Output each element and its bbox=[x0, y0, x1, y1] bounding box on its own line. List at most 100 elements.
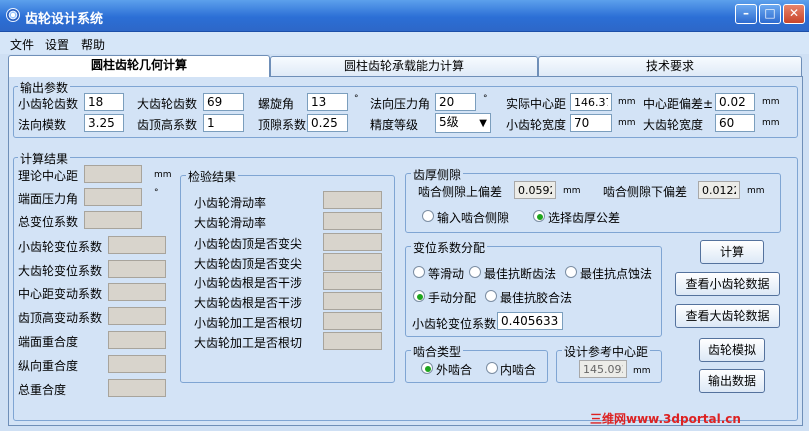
tab-load-capacity[interactable]: 圆柱齿轮承载能力计算 bbox=[270, 56, 538, 76]
view-large-gear-button[interactable]: 查看大齿轮数据 bbox=[675, 304, 780, 328]
tab-tech-requirements[interactable]: 技术要求 bbox=[538, 56, 802, 76]
pressure-input[interactable] bbox=[435, 93, 476, 111]
b2-label: 大齿轮宽度 bbox=[643, 118, 704, 132]
clearance-label: 顶隙系数 bbox=[258, 118, 307, 132]
ref-center-unit: mm bbox=[633, 366, 651, 376]
close-icon: ✕ bbox=[788, 6, 800, 20]
check-item-value bbox=[323, 212, 382, 230]
grade-label: 精度等级 bbox=[370, 118, 419, 132]
radio-select-tolerance-label: 选择齿厚公差 bbox=[548, 211, 621, 225]
minimize-button[interactable]: – bbox=[735, 4, 757, 24]
transverse-pressure-unit: ° bbox=[154, 188, 159, 198]
radio-equal-slide-label: 等滑动 bbox=[428, 267, 465, 281]
calculate-button[interactable]: 计算 bbox=[700, 240, 764, 264]
input-params-title: 输出参数 bbox=[18, 79, 71, 96]
chevron-down-icon: ▼ bbox=[479, 118, 487, 129]
check-item-value bbox=[323, 312, 382, 330]
menu-bar bbox=[0, 32, 809, 54]
axial-contact-label: 纵向重合度 bbox=[18, 359, 79, 373]
module-label: 法向模数 bbox=[18, 118, 67, 132]
check-item-value bbox=[323, 272, 382, 290]
view-small-gear-button[interactable]: 查看小齿轮数据 bbox=[675, 272, 780, 296]
backlash-title: 齿厚侧隙 bbox=[411, 166, 464, 183]
radio-anti-gluing-label: 最佳抗胶合法 bbox=[500, 291, 573, 305]
close-button[interactable]: ✕ bbox=[783, 4, 805, 24]
radio-anti-gluing[interactable] bbox=[485, 290, 497, 302]
tip-reduction-value bbox=[108, 307, 166, 325]
addendum-input[interactable] bbox=[203, 114, 244, 132]
center-dev-input[interactable] bbox=[715, 93, 755, 111]
total-shift-value bbox=[84, 211, 142, 229]
radio-anti-pitting[interactable] bbox=[565, 266, 577, 278]
check-item-label: 小齿轮齿根是否干涉 bbox=[194, 276, 303, 290]
backlash-upper-unit: mm bbox=[563, 186, 581, 196]
shift-x1-label: 小齿轮变位系数 bbox=[412, 317, 497, 331]
theory-center-label: 理论中心距 bbox=[18, 169, 79, 183]
transverse-pressure-label: 端面压力角 bbox=[18, 192, 79, 206]
shift-x1-input[interactable] bbox=[497, 312, 563, 330]
check-item-value bbox=[323, 332, 382, 350]
ref-center-title: 设计参考中心距 bbox=[562, 343, 651, 360]
check-item-value bbox=[323, 233, 382, 251]
helix-label: 螺旋角 bbox=[258, 97, 295, 111]
check-item-label: 小齿轮齿顶是否变尖 bbox=[194, 237, 303, 251]
check-item-label: 大齿轮齿根是否干涉 bbox=[194, 296, 303, 310]
radio-manual[interactable] bbox=[413, 290, 425, 302]
check-item-label: 大齿轮滑动率 bbox=[194, 216, 267, 230]
theory-center-value bbox=[84, 165, 142, 183]
radio-internal-mesh[interactable] bbox=[486, 362, 498, 374]
z2-label: 大齿轮齿数 bbox=[137, 97, 198, 111]
pressure-unit: ° bbox=[483, 94, 488, 104]
backlash-lower-label: 啮合侧隙下偏差 bbox=[603, 185, 688, 199]
grade-select[interactable]: 5级 ▼ bbox=[435, 113, 491, 133]
center-dev-label: 中心距偏差± bbox=[643, 97, 714, 111]
shift-title: 变位系数分配 bbox=[411, 239, 488, 256]
z2-input[interactable] bbox=[203, 93, 244, 111]
radio-input-backlash[interactable] bbox=[422, 210, 434, 222]
b2-input[interactable] bbox=[715, 114, 755, 132]
radio-internal-mesh-label: 内啮合 bbox=[500, 363, 537, 377]
radio-external-mesh[interactable] bbox=[421, 362, 433, 374]
center-label: 实际中心距 bbox=[506, 97, 567, 111]
maximize-icon: □ bbox=[764, 6, 776, 20]
addendum-label: 齿顶高系数 bbox=[137, 118, 198, 132]
tip-reduction-label: 齿顶高变动系数 bbox=[18, 311, 103, 325]
x1-label: 小齿轮变位系数 bbox=[18, 240, 103, 254]
menu-file[interactable]: 文件 bbox=[10, 36, 34, 53]
center-dev-unit: mm bbox=[762, 97, 780, 107]
radio-select-tolerance[interactable] bbox=[533, 210, 545, 222]
check-item-value bbox=[323, 253, 382, 271]
helix-input[interactable] bbox=[307, 93, 348, 111]
grade-value: 5级 bbox=[439, 115, 459, 129]
b1-input[interactable] bbox=[570, 114, 612, 132]
x2-result bbox=[108, 260, 166, 278]
menu-help[interactable]: 帮助 bbox=[81, 36, 105, 53]
transverse-contact-value bbox=[108, 331, 166, 349]
radio-external-mesh-label: 外啮合 bbox=[436, 363, 473, 377]
radio-equal-slide[interactable] bbox=[413, 266, 425, 278]
theory-center-unit: mm bbox=[154, 170, 172, 180]
module-input[interactable] bbox=[84, 114, 124, 132]
center-change-value bbox=[108, 283, 166, 301]
menu-settings[interactable]: 设置 bbox=[45, 36, 69, 53]
z1-input[interactable] bbox=[84, 93, 124, 111]
clearance-input[interactable] bbox=[307, 114, 348, 132]
center-unit: mm bbox=[618, 97, 636, 107]
app-gear-icon bbox=[6, 8, 20, 22]
tab-geometry[interactable]: 圆柱齿轮几何计算 bbox=[8, 55, 270, 77]
maximize-button[interactable]: □ bbox=[759, 4, 781, 24]
backlash-lower-value bbox=[698, 181, 740, 199]
check-item-value bbox=[323, 191, 382, 209]
total-contact-value bbox=[108, 379, 166, 397]
radio-anti-break[interactable] bbox=[469, 266, 481, 278]
window-title: 齿轮设计系统 bbox=[25, 12, 104, 27]
total-shift-label: 总变位系数 bbox=[18, 215, 79, 229]
mesh-title: 啮合类型 bbox=[411, 343, 464, 360]
ref-center-value bbox=[579, 360, 627, 378]
simulate-button[interactable]: 齿轮模拟 bbox=[699, 338, 765, 362]
center-input[interactable] bbox=[570, 93, 612, 111]
export-button[interactable]: 输出数据 bbox=[699, 369, 765, 393]
check-item-label: 小齿轮滑动率 bbox=[194, 196, 267, 210]
transverse-contact-label: 端面重合度 bbox=[18, 335, 79, 349]
x2-label: 大齿轮变位系数 bbox=[18, 264, 103, 278]
